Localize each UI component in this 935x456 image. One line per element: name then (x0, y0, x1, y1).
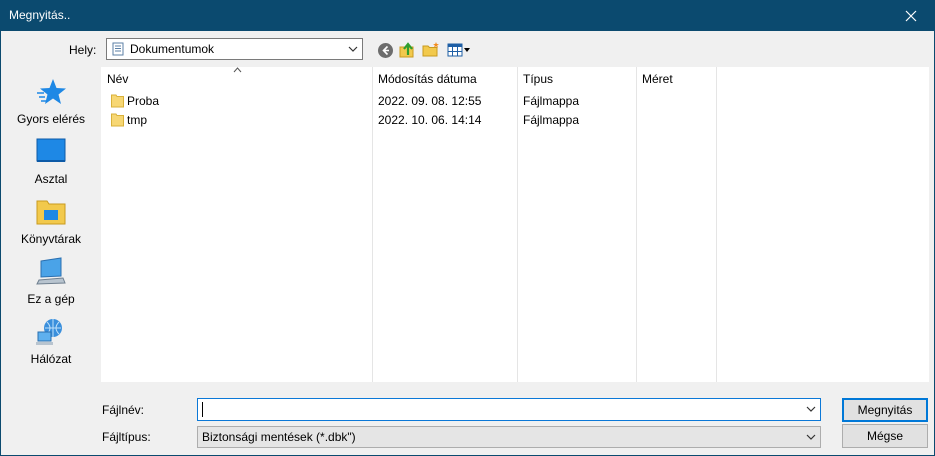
place-libraries[interactable]: Könyvtárak (7, 197, 95, 253)
documents-folder-icon (112, 42, 124, 56)
file-name: tmp (127, 113, 148, 127)
chevron-down-icon[interactable] (805, 403, 817, 415)
desktop-icon (36, 138, 66, 162)
filetype-value: Biztonsági mentések (*.dbk") (202, 430, 356, 444)
open-dialog: Megnyitás.. Hely: Dokumentumok Gyors elé… (0, 0, 935, 456)
back-arrow-icon (377, 42, 393, 58)
place-this-pc[interactable]: Ez a gép (7, 257, 95, 313)
text-caret (202, 402, 203, 417)
filetype-select[interactable]: Biztonsági mentések (*.dbk") (197, 426, 821, 448)
place-label: Hálózat (30, 352, 72, 366)
file-modified: 2022. 09. 08. 12:55 (378, 94, 482, 108)
places-bar: Gyors elérés Asztal Könyvtárak Ez a gép … (7, 67, 93, 387)
open-button[interactable]: Megnyitás (842, 398, 928, 422)
location-combo[interactable]: Dokumentumok (106, 38, 363, 60)
cancel-button[interactable]: Mégse (842, 424, 928, 448)
location-label: Hely: (69, 43, 97, 57)
place-desktop[interactable]: Asztal (7, 137, 95, 193)
view-menu-button[interactable] (446, 40, 472, 60)
new-folder-icon (422, 42, 439, 57)
place-network[interactable]: Hálózat (7, 317, 95, 373)
location-value: Dokumentumok (130, 42, 215, 56)
view-grid-icon (447, 43, 470, 57)
table-row[interactable]: Proba 2022. 09. 08. 12:55 Fájlmappa (101, 92, 717, 111)
folder-icon (111, 94, 124, 108)
table-row[interactable]: tmp 2022. 10. 06. 14:14 Fájlmappa (101, 111, 717, 130)
quick-access-star-icon (37, 79, 66, 104)
window-title: Megnyitás.. (9, 8, 71, 22)
file-modified: 2022. 10. 06. 14:14 (378, 113, 482, 127)
column-header-name[interactable]: Név (107, 67, 128, 91)
close-icon (905, 10, 917, 22)
up-folder-icon (399, 42, 414, 58)
network-icon (36, 319, 62, 345)
place-label: Asztal (34, 172, 68, 186)
column-header-type[interactable]: Típus (523, 67, 553, 91)
close-button[interactable] (888, 1, 934, 31)
file-name: Proba (127, 94, 160, 108)
up-folder-button[interactable] (398, 40, 418, 60)
chevron-down-icon (348, 46, 358, 52)
place-quick-access[interactable]: Gyors elérés (7, 77, 95, 133)
column-header-size[interactable]: Méret (642, 67, 673, 91)
filename-label: Fájlnév: (102, 403, 145, 417)
place-label: Könyvtárak (20, 232, 82, 246)
filename-input[interactable] (197, 398, 821, 421)
title-bar[interactable]: Megnyitás.. (1, 1, 934, 31)
this-pc-icon (36, 257, 66, 285)
filetype-label: Fájltípus: (102, 430, 151, 444)
file-type: Fájlmappa (523, 94, 580, 108)
libraries-icon (36, 200, 66, 225)
folder-icon (111, 113, 124, 127)
chevron-down-icon (806, 434, 816, 440)
column-header-modified[interactable]: Módosítás dátuma (378, 67, 477, 91)
file-type: Fájlmappa (523, 113, 580, 127)
new-folder-button[interactable] (421, 40, 441, 60)
sort-ascending-icon (233, 67, 242, 73)
back-button[interactable] (375, 40, 395, 60)
place-label: Gyors elérés (16, 112, 86, 126)
file-list[interactable]: Név Módosítás dátuma Típus Méret Proba 2… (101, 67, 929, 382)
place-label: Ez a gép (27, 292, 75, 306)
